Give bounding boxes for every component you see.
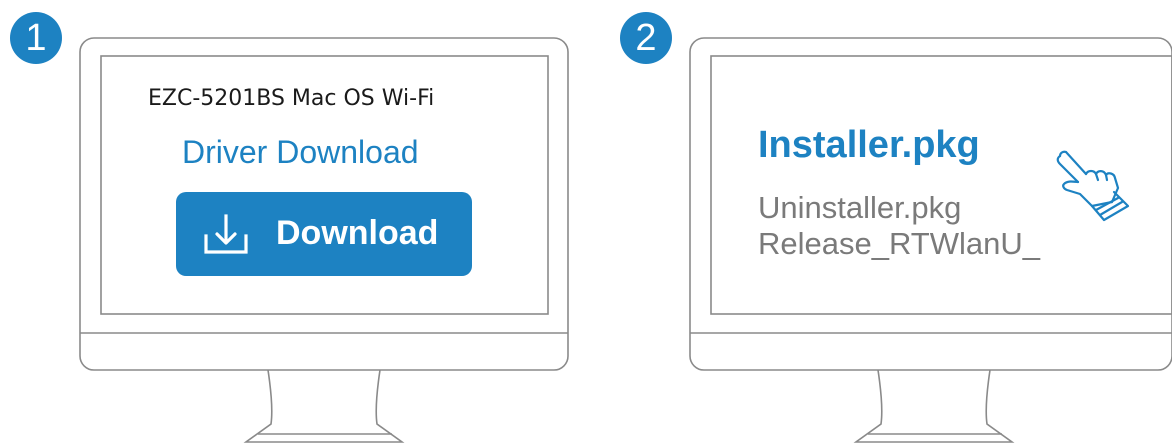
hand-pointer-icon <box>1056 150 1130 222</box>
model-title: EZC-5201BS Mac OS Wi-Fi <box>148 86 435 111</box>
monitor-stand <box>853 369 1015 443</box>
step-number-badge: 2 <box>620 12 672 64</box>
driver-download-heading: Driver Download <box>182 134 419 170</box>
file-installer-pkg[interactable]: Installer.pkg <box>758 124 980 167</box>
step-2-panel: 2 Installer.pkg Uninstaller.pkg Release_… <box>586 0 1172 448</box>
monitor-stand <box>243 369 405 443</box>
step-number-badge: 1 <box>10 12 62 64</box>
file-release-notes[interactable]: Release_RTWlanU_ <box>758 226 1040 262</box>
download-button-label: Download <box>276 214 439 252</box>
step-1-panel: 1 EZC-5201BS Mac OS Wi-Fi Driver Downloa… <box>0 0 586 448</box>
download-icon <box>204 214 248 254</box>
download-button[interactable]: Download <box>176 192 472 276</box>
file-uninstaller-pkg[interactable]: Uninstaller.pkg <box>758 190 961 226</box>
